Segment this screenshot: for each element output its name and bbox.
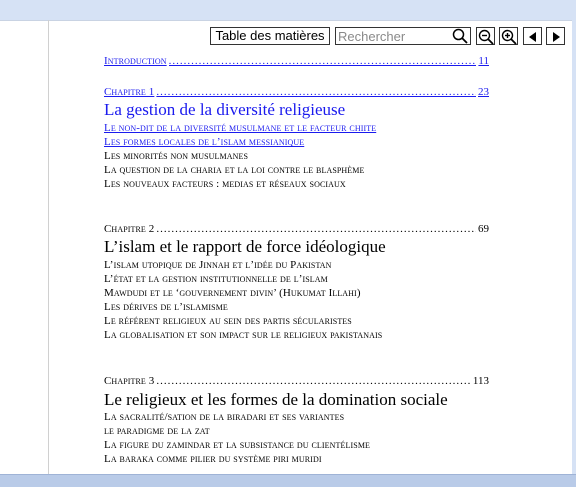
toc-section: le paradigme de la zat: [104, 425, 210, 437]
toc-entry-page: 69: [478, 223, 489, 235]
toc-section: Les dérives de l’islamisme: [104, 301, 228, 313]
next-page-button[interactable]: [546, 27, 565, 45]
leader-dots: [156, 86, 476, 98]
toc-section: Les minorités non musulmanes: [104, 150, 248, 162]
chapter-title[interactable]: La gestion de la diversité religieuse: [104, 100, 345, 120]
toc-section: La figure du zamindar et la subsistance …: [104, 439, 371, 451]
toc-section: Le référent religieux au sein des partis…: [104, 315, 352, 327]
toc-entry-chapter-3[interactable]: Chapitre 3 113: [104, 375, 489, 387]
search-box[interactable]: [335, 27, 471, 45]
toc-entry-label: Chapitre 1: [104, 86, 155, 98]
toc-entry-chapter-2[interactable]: Chapitre 2 69: [104, 223, 489, 235]
toc-entry-label: Introduction: [104, 55, 167, 67]
triangle-right-icon: [553, 32, 560, 42]
chapter-title: Le religieux et les formes de la dominat…: [104, 390, 448, 409]
chapter-title: L’islam et le rapport de force idéologiq…: [104, 237, 386, 256]
table-of-contents-button[interactable]: Table des matières: [210, 27, 330, 45]
search-icon[interactable]: [452, 28, 468, 44]
bottom-scrollbar[interactable]: [0, 474, 576, 487]
zoom-in-icon: [501, 29, 517, 45]
zoom-in-button[interactable]: [499, 27, 518, 45]
toc-section: La sacralité/sation de la biradari et se…: [104, 411, 345, 423]
toc-entry-page: 23: [478, 86, 489, 98]
toc-entry-chapter-1[interactable]: Chapitre 1 23: [104, 86, 489, 98]
toc-section[interactable]: Les formes locales de l’islam messianiqu…: [104, 136, 304, 148]
zoom-out-button[interactable]: [476, 27, 495, 45]
toc-entry-introduction[interactable]: Introduction 11: [104, 55, 489, 67]
toc-section: L’islam utopique de Jinnah et l’idée du …: [104, 259, 332, 271]
toc-section[interactable]: Le non-dit de la diversité musulmane et …: [104, 122, 376, 134]
leader-dots: [156, 375, 471, 387]
leader-dots: [169, 55, 477, 67]
toc-section: La question de la charia et la loi contr…: [104, 164, 365, 176]
toc-section: Mawdudi et le ‘gouvernement divin’ (Huku…: [104, 287, 361, 299]
toc-section: La baraka comme pilier du système piri m…: [104, 453, 322, 465]
toc-section: L’état et la gestion institutionnelle de…: [104, 273, 328, 285]
zoom-out-icon: [478, 29, 494, 45]
toc-section: La globalisation et son impact sur le re…: [104, 329, 383, 341]
page-margin-rule: [48, 20, 49, 474]
leader-dots: [156, 223, 476, 235]
toc-entry-label: Chapitre 3: [104, 375, 155, 387]
toc-section: Les nouveaux facteurs : medias et réseau…: [104, 178, 346, 190]
search-input[interactable]: [338, 28, 448, 44]
toc-entry-page: 11: [478, 55, 489, 67]
toc-entry-page: 113: [472, 375, 489, 387]
triangle-left-icon: [529, 32, 536, 42]
toc-entry-label: Chapitre 2: [104, 223, 155, 235]
previous-page-button[interactable]: [523, 27, 542, 45]
